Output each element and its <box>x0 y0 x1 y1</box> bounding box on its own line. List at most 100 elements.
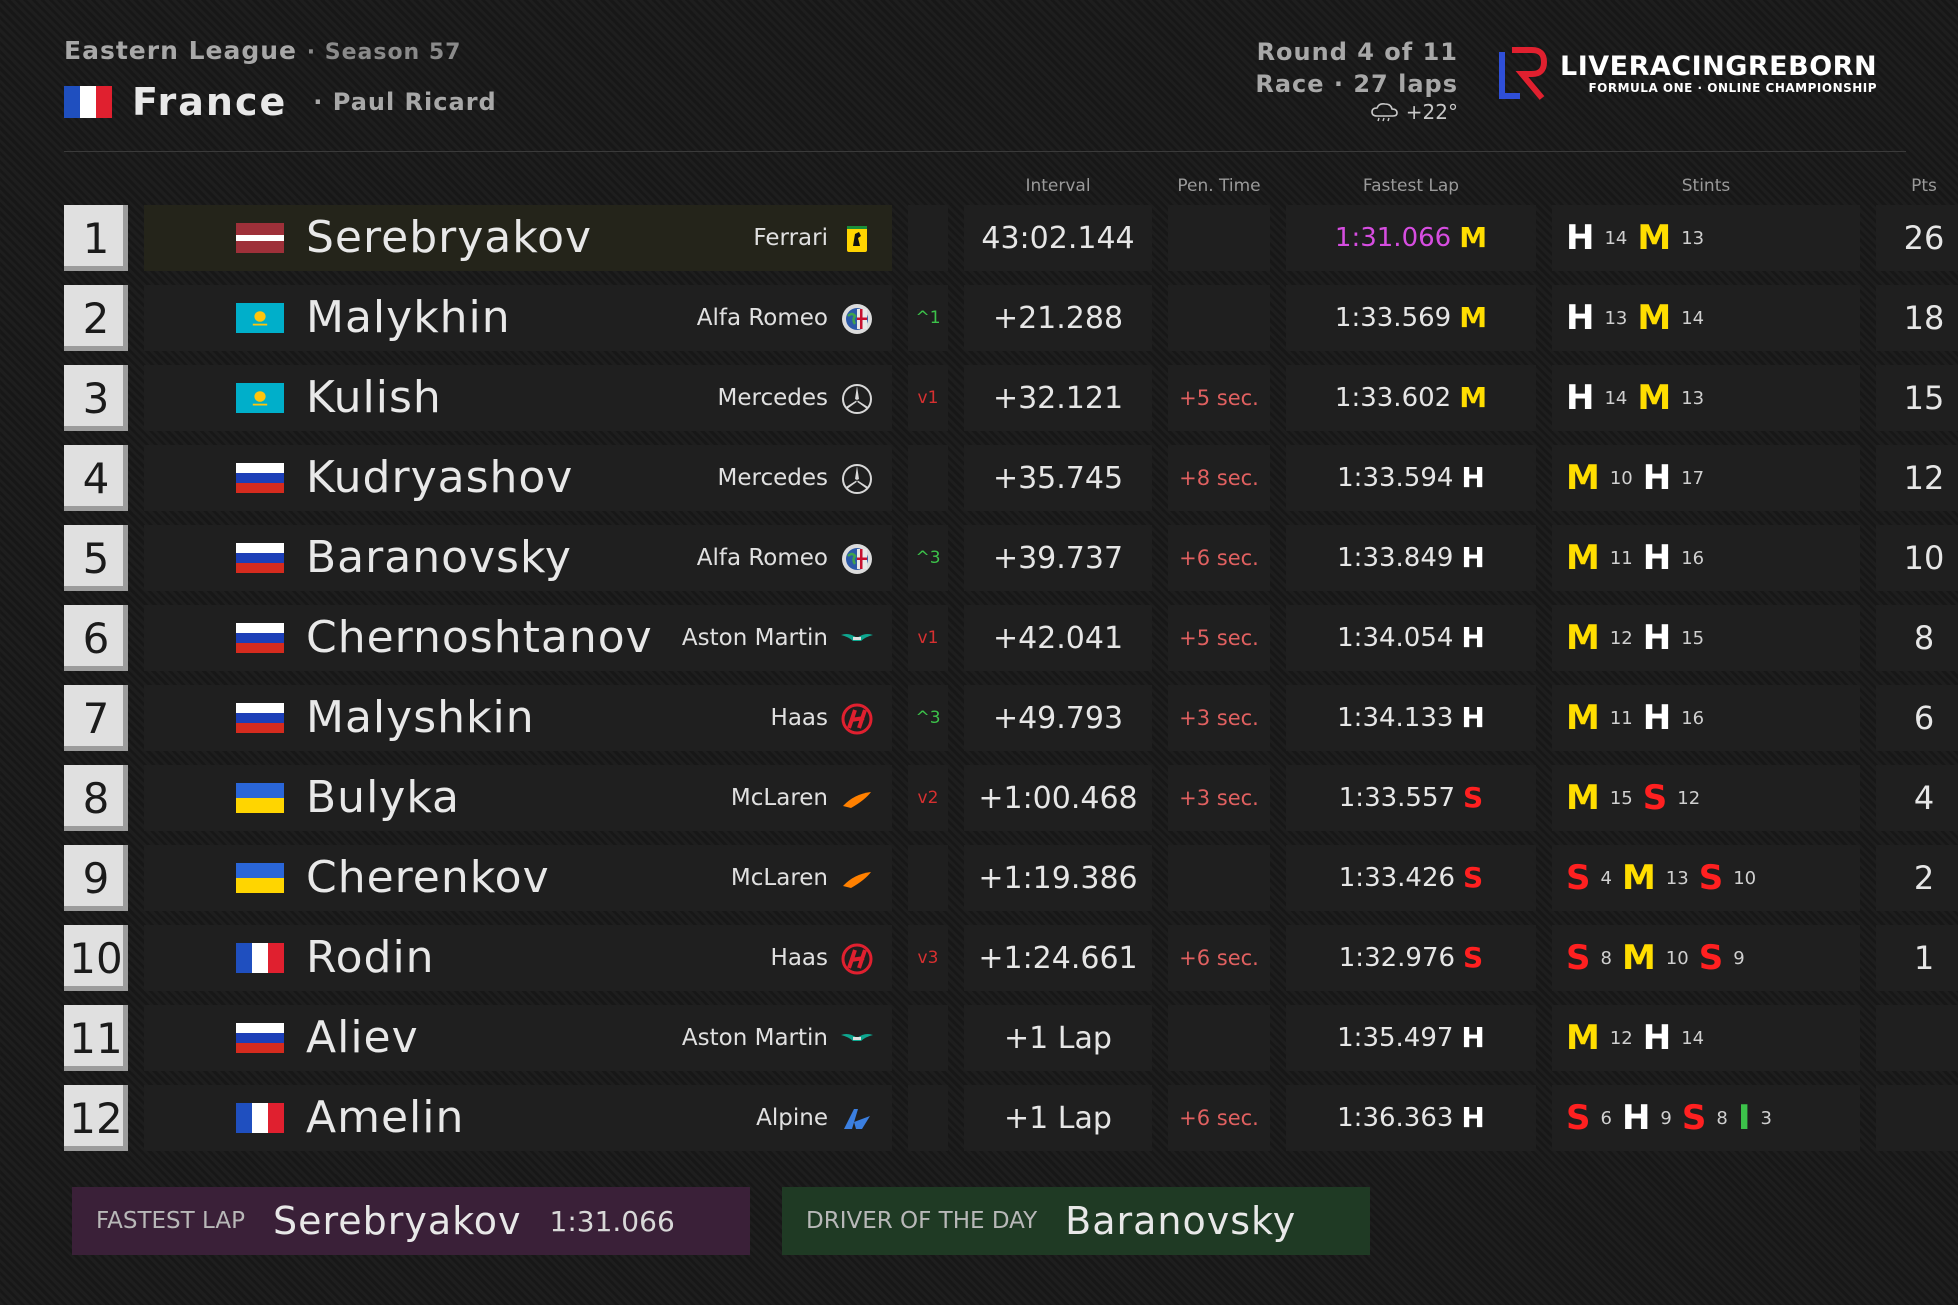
points-value: 26 <box>1876 205 1958 271</box>
fastest-lap-cell: 1:36.363 H <box>1286 1085 1536 1151</box>
table-row[interactable]: 5 Baranovsky Alfa Romeo ^3 +39.737 +6 se… <box>64 525 1958 591</box>
penalty-time: +5 sec. <box>1168 605 1270 671</box>
race-location: France · Paul Ricard <box>64 80 497 124</box>
stint-laps: 11 <box>1609 547 1633 569</box>
position-change: v1 <box>908 605 948 671</box>
team-name: McLaren <box>730 785 828 811</box>
position-number: 1 <box>64 205 128 271</box>
interval-value: +42.041 <box>964 605 1152 671</box>
fastest-lap-cell: 1:33.602 M <box>1286 365 1536 431</box>
stint-laps: 9 <box>1660 1107 1672 1129</box>
points-value: 12 <box>1876 445 1958 511</box>
brand-subtitle: FORMULA ONE · ONLINE CHAMPIONSHIP <box>1588 81 1878 95</box>
position-change: v3 <box>908 925 948 991</box>
position-number: 9 <box>64 845 128 911</box>
interval-value: +32.121 <box>964 365 1152 431</box>
col-header-interval: Interval <box>1025 176 1091 196</box>
position-up-indicator: ^3 <box>915 548 941 568</box>
team-name: Mercedes <box>717 465 828 491</box>
driver-name: Malyshkin <box>306 692 535 743</box>
driver-cell: Malyshkin Haas <box>144 685 892 751</box>
stint-laps: 14 <box>1604 227 1628 249</box>
country-name: France <box>132 80 288 124</box>
team-name: Ferrari <box>753 225 828 251</box>
fastest-lap-tyre: S <box>1463 781 1484 814</box>
driver-name: Bulyka <box>306 772 461 823</box>
fastest-lap-tyre: S <box>1463 941 1484 974</box>
lrr-logo-icon <box>1499 47 1548 100</box>
fastest-lap-tyre: H <box>1461 1101 1485 1134</box>
stints-cell: S 8 M 10 S 9 <box>1552 925 1860 991</box>
team-name: Aston Martin <box>681 625 828 651</box>
driver-cell: Aliev Aston Martin <box>144 1005 892 1071</box>
stint-tyre-compound: M <box>1566 698 1600 738</box>
penalty-time <box>1168 1005 1270 1071</box>
dotd-driver: Baranovsky <box>1065 1199 1297 1243</box>
stints-cell: M 11 H 16 <box>1552 685 1860 751</box>
kazakhstan-flag-icon <box>236 383 284 413</box>
team-name: Haas <box>770 945 828 971</box>
stint-tyre-compound: S <box>1642 778 1668 818</box>
table-row[interactable]: 1 Serebryakov Ferrari 43:02.144 1:31.066… <box>64 205 1958 271</box>
table-row[interactable]: 8 Bulyka McLaren v2 +1:00.468 +3 sec. 1:… <box>64 765 1958 831</box>
penalty-time: +5 sec. <box>1168 365 1270 431</box>
table-row[interactable]: 3 Kulish Mercedes v1 +32.121 +5 sec. 1:3… <box>64 365 1958 431</box>
position-number: 12 <box>64 1085 128 1151</box>
temperature: +22° <box>1405 100 1458 124</box>
driver-name: Cherenkov <box>306 852 550 903</box>
table-row[interactable]: 9 Cherenkov McLaren +1:19.386 1:33.426 S… <box>64 845 1958 911</box>
stint-laps: 13 <box>1604 307 1628 329</box>
stint-laps: 15 <box>1609 787 1633 809</box>
table-row[interactable]: 6 Chernoshtanov Aston Martin v1 +42.041 … <box>64 605 1958 671</box>
fastest-lap-cell: 1:33.557 S <box>1286 765 1536 831</box>
position-change: ^3 <box>908 525 948 591</box>
driver-cell: Bulyka McLaren <box>144 765 892 831</box>
russia-flag-icon <box>236 1023 284 1053</box>
stint-tyre-compound: H <box>1642 458 1672 498</box>
driver-name: Kulish <box>306 372 442 423</box>
table-row[interactable]: 12 Amelin Alpine +1 Lap +6 sec. 1:36.363… <box>64 1085 1958 1151</box>
position-change <box>908 445 948 511</box>
track-name: · Paul Ricard <box>313 88 497 116</box>
position-number: 11 <box>64 1005 128 1071</box>
team-name: Alfa Romeo <box>696 305 828 331</box>
fastest-lap-time: 1:36.363 <box>1337 1103 1454 1133</box>
kazakhstan-flag-icon <box>236 303 284 333</box>
position-number: 7 <box>64 685 128 751</box>
position-down-indicator: v3 <box>917 948 939 968</box>
fastest-lap-time: 1:32.976 <box>1338 943 1456 973</box>
position-change: v1 <box>908 365 948 431</box>
interval-value: 43:02.144 <box>964 205 1152 271</box>
stint-laps: 14 <box>1681 1027 1705 1049</box>
table-row[interactable]: 7 Malyshkin Haas ^3 +49.793 +3 sec. 1:34… <box>64 685 1958 751</box>
fastest-lap-time: 1:34.054 <box>1337 623 1454 653</box>
stint-tyre-compound: M <box>1621 938 1656 978</box>
position-number: 4 <box>64 445 128 511</box>
stint-tyre-compound: M <box>1566 538 1600 578</box>
driver-name: Amelin <box>306 1092 465 1143</box>
fastest-lap-time: 1:33.569 <box>1334 303 1452 333</box>
penalty-time <box>1168 205 1270 271</box>
table-row[interactable]: 2 Malykhin Alfa Romeo ^1 +21.288 1:33.56… <box>64 285 1958 351</box>
round-label: Round 4 of 11 <box>1256 38 1458 66</box>
fastest-lap-label: FASTEST LAP <box>96 1208 245 1234</box>
table-row[interactable]: 4 Kudryashov Mercedes +35.745 +8 sec. 1:… <box>64 445 1958 511</box>
stints-cell: H 14 M 13 <box>1552 365 1860 431</box>
league-title: Eastern League · Season 57 <box>64 36 462 65</box>
interval-value: +1:19.386 <box>964 845 1152 911</box>
france-flag-icon <box>64 86 112 118</box>
points-value: 1 <box>1876 925 1958 991</box>
fastest-lap-cell: 1:33.569 M <box>1286 285 1536 351</box>
fastest-lap-tyre: H <box>1461 461 1485 494</box>
stint-tyre-compound: H <box>1621 1098 1651 1138</box>
stint-tyre-compound: I <box>1737 1098 1751 1138</box>
stint-tyre-compound: M <box>1637 298 1672 338</box>
driver-name: Serebryakov <box>306 212 593 263</box>
table-row[interactable]: 11 Aliev Aston Martin +1 Lap 1:35.497 H … <box>64 1005 1958 1071</box>
stint-tyre-compound: S <box>1566 1098 1591 1138</box>
stints-cell: H 13 M 14 <box>1552 285 1860 351</box>
table-row[interactable]: 10 Rodin Haas v3 +1:24.661 +6 sec. 1:32.… <box>64 925 1958 991</box>
team-name: McLaren <box>730 865 828 891</box>
penalty-time <box>1168 285 1270 351</box>
stints-cell: M 12 H 14 <box>1552 1005 1860 1071</box>
